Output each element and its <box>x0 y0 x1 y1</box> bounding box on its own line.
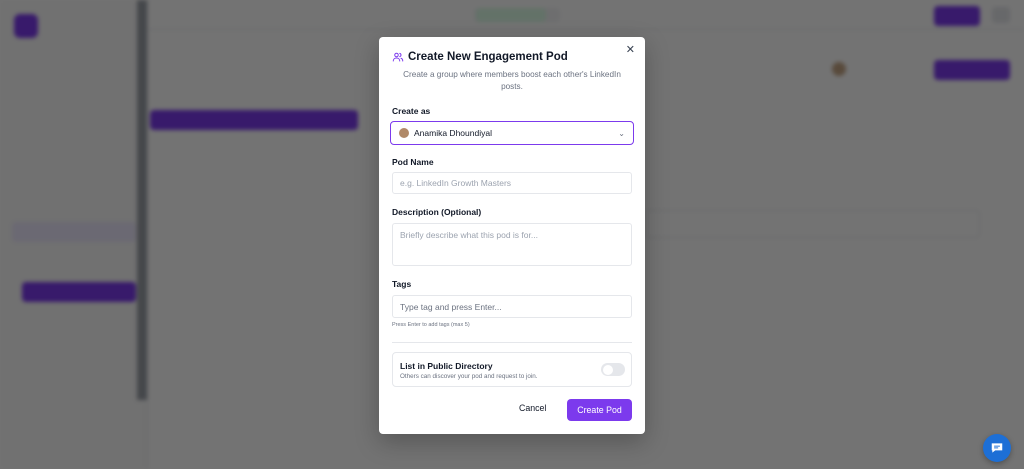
modal-title: Create New Engagement Pod <box>408 51 568 63</box>
public-directory-subtitle: Others can discover your pod and request… <box>400 373 538 380</box>
description-textarea[interactable]: Briefly describe what this pod is for... <box>392 223 632 266</box>
divider <box>392 342 632 343</box>
description-label: Description (Optional) <box>392 207 482 217</box>
close-icon[interactable]: ✕ <box>626 45 635 56</box>
create-as-label: Create as <box>392 106 431 116</box>
toggle-knob <box>602 364 613 375</box>
create-pod-button[interactable]: Create Pod <box>567 399 632 421</box>
modal-header: Create New Engagement Pod <box>392 51 568 63</box>
pod-name-input[interactable]: e.g. LinkedIn Growth Masters <box>392 172 632 194</box>
chat-launcher-button[interactable] <box>983 434 1011 462</box>
create-as-value: Anamika Dhoundiyal <box>414 128 492 138</box>
chevron-down-icon: ⌄ <box>618 128 625 138</box>
users-icon <box>392 52 404 62</box>
tags-hint: Press Enter to add tags (max 5) <box>392 322 470 328</box>
tags-input[interactable]: Type tag and press Enter... <box>392 295 632 318</box>
public-directory-toggle[interactable] <box>601 363 625 376</box>
tags-label: Tags <box>392 279 412 289</box>
public-directory-title: List in Public Directory <box>400 361 493 371</box>
modal-subtitle: Create a group where members boost each … <box>403 70 621 91</box>
public-directory-box: List in Public Directory Others can disc… <box>392 352 632 387</box>
chat-bubble-icon <box>991 443 1003 453</box>
create-as-select[interactable]: Anamika Dhoundiyal ⌄ <box>390 121 634 145</box>
avatar <box>399 128 409 138</box>
create-pod-modal: ✕ Create New Engagement Pod Create a gro… <box>379 37 645 434</box>
cancel-button[interactable]: Cancel <box>519 403 546 413</box>
pod-name-label: Pod Name <box>392 157 434 167</box>
